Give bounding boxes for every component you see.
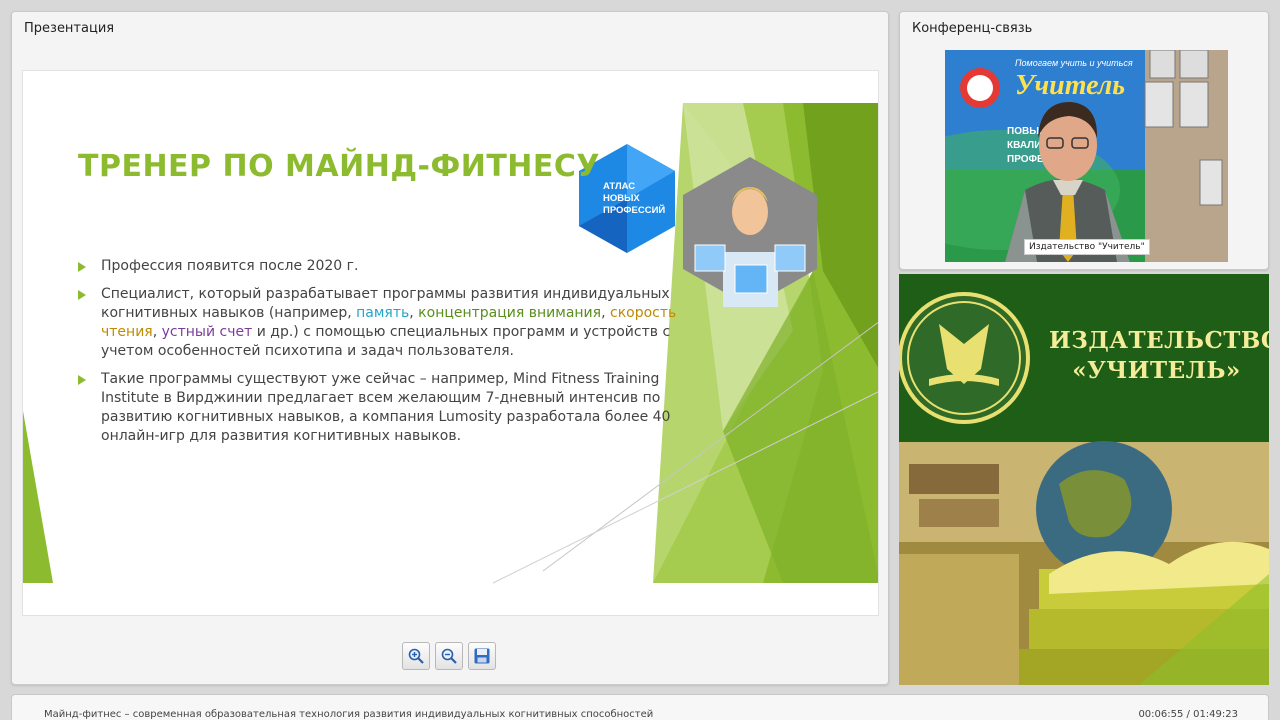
- webinar-title: Майнд-фитнес – современная образовательн…: [44, 709, 654, 720]
- atlas-badge-line3: ПРОФЕССИЙ: [603, 204, 665, 216]
- playback-time: 00:06:55 / 01:49:23: [1138, 709, 1238, 720]
- keyword-concentration: концентрация внимания: [418, 305, 602, 321]
- zoom-out-icon: [441, 648, 457, 664]
- publisher-name-line2: «УЧИТЕЛЬ»: [1072, 357, 1241, 384]
- presentation-slide: АТЛАС НОВЫХ ПРОФЕССИЙ ТРЕНЕР ПО МАЙНД-ФИ…: [22, 70, 879, 616]
- separator: ,: [409, 305, 419, 321]
- publisher-name: ИЗДАТЕЛЬСТВО «УЧИТЕЛЬ»: [1049, 326, 1269, 386]
- slide-toolbar: [402, 642, 496, 670]
- keyword-mental-arithmetic: устный счет: [161, 324, 253, 340]
- presentation-panel-title: Презентация: [24, 21, 115, 36]
- bullet-item: Профессия появится после 2020 г.: [78, 257, 678, 276]
- publisher-banner: ИЗДАТЕЛЬСТВО «УЧИТЕЛЬ»: [899, 274, 1269, 685]
- atlas-badge-line2: НОВЫХ: [603, 193, 640, 204]
- separator: ,: [152, 324, 162, 340]
- atlas-badge-line1: АТЛАС: [603, 181, 635, 192]
- bottom-bar: Майнд-фитнес – современная образовательн…: [11, 694, 1269, 720]
- conference-panel-title: Конференц-связь: [912, 21, 1033, 36]
- video-feed[interactable]: Помогаем учить и учиться Учитель ПОВЫШЕН…: [945, 50, 1228, 262]
- trainer-illustration: [683, 157, 817, 307]
- video-caption: Издательство "Учитель": [1024, 239, 1150, 255]
- separator: ,: [601, 305, 610, 321]
- bullet-1-text: Профессия появится после 2020 г.: [101, 258, 359, 274]
- poster-slogan: Помогаем учить и учиться: [1015, 58, 1133, 68]
- slide-bullet-list: Профессия появится после 2020 г. Специал…: [78, 257, 678, 455]
- slide-title: ТРЕНЕР ПО МАЙНД-ФИТНЕСУ: [78, 149, 601, 184]
- poster-title: Учитель: [1015, 70, 1125, 101]
- zoom-in-button[interactable]: [402, 642, 430, 670]
- keyword-memory: память: [356, 305, 410, 321]
- conference-panel: Конференц-связь Помогаем учить и учиться…: [899, 11, 1269, 270]
- bullet-item: Такие программы существуют уже сейчас – …: [78, 370, 678, 446]
- zoom-out-button[interactable]: [435, 642, 463, 670]
- bullet-3-text: Такие программы существуют уже сейчас – …: [101, 371, 671, 444]
- presentation-panel: Презентация АТЛАС НОВЫХ ПРОФЕССИЙ ТРЕНЕР…: [11, 11, 889, 685]
- save-button[interactable]: [468, 642, 496, 670]
- zoom-in-icon: [408, 648, 424, 664]
- video-frame: Помогаем учить и учиться Учитель ПОВЫШЕН…: [945, 50, 1228, 262]
- bullet-item: Специалист, который разрабатывает програ…: [78, 285, 678, 361]
- save-icon: [474, 648, 490, 664]
- publisher-name-line1: ИЗДАТЕЛЬСТВО: [1049, 327, 1269, 354]
